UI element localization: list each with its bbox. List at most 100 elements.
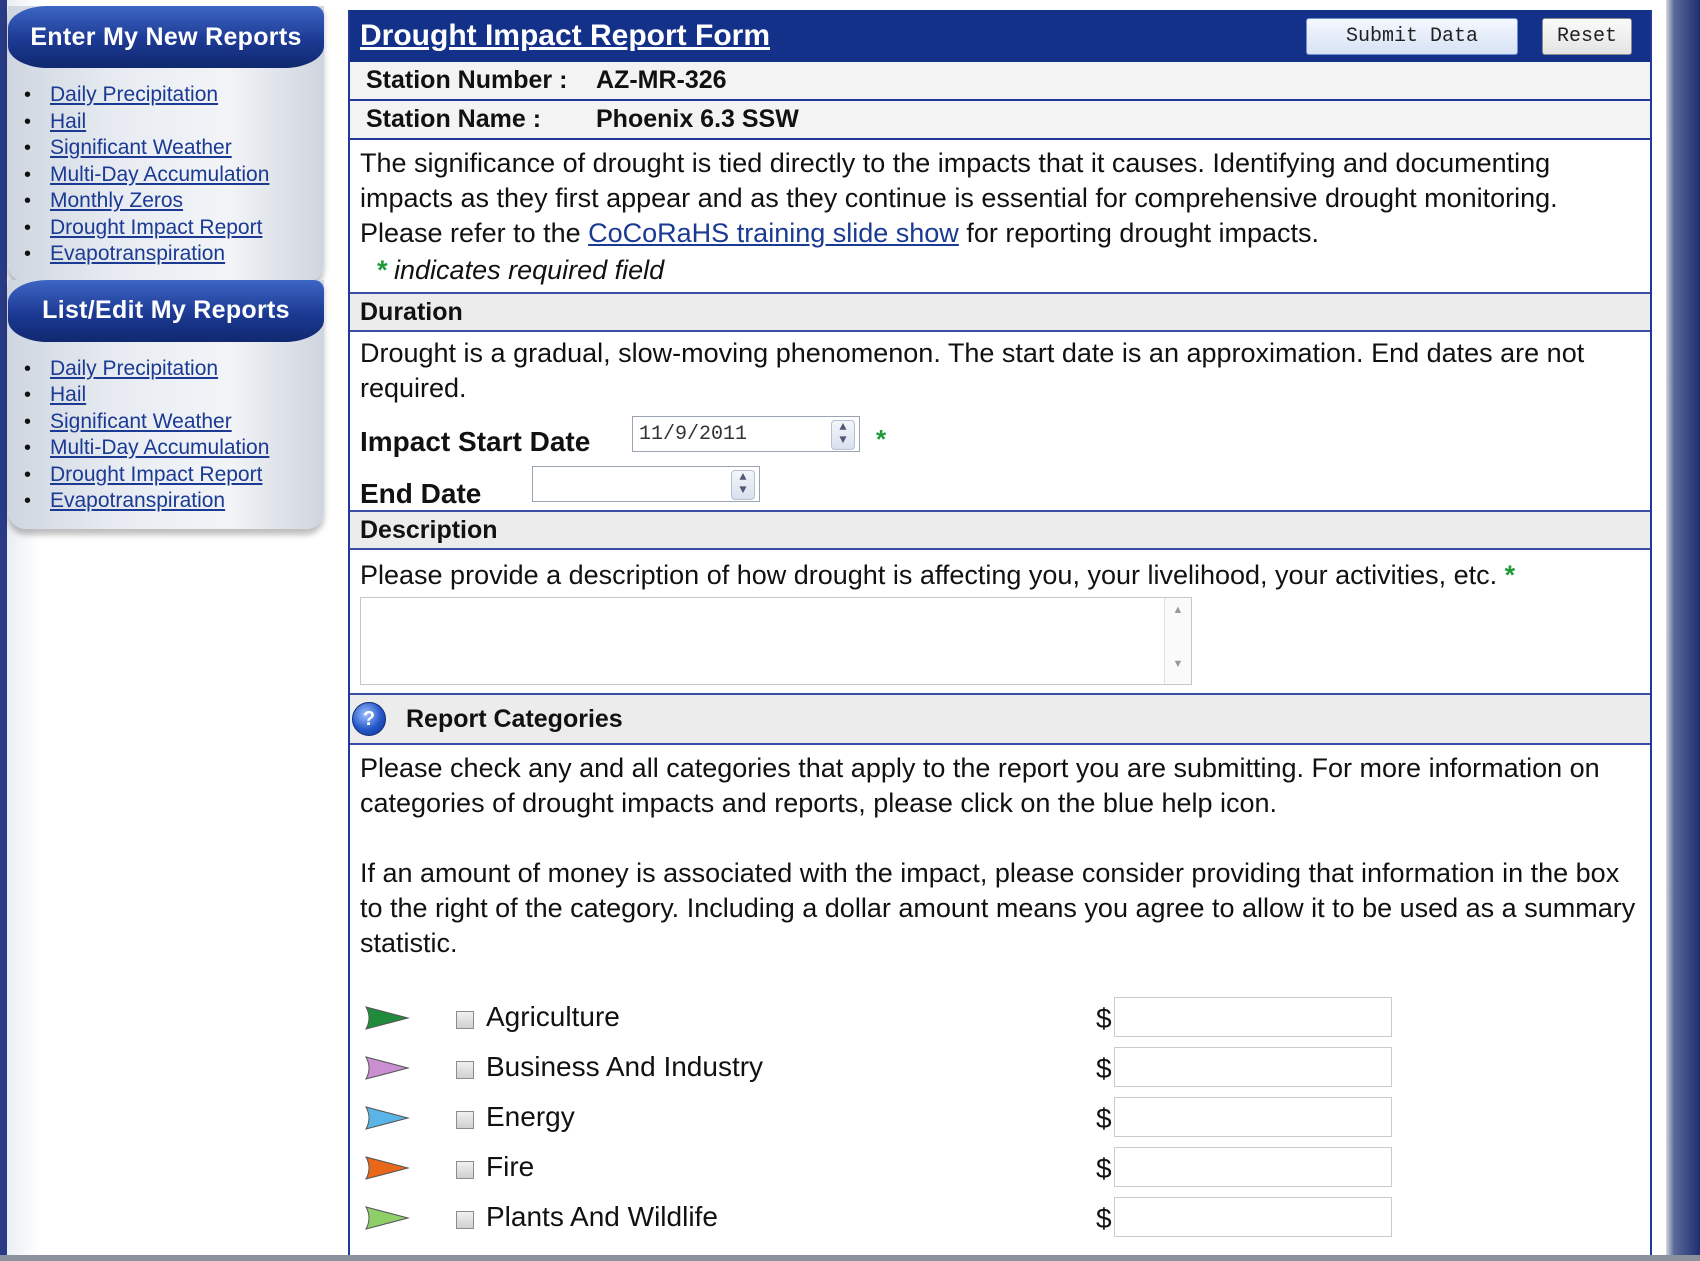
edit-item-multi-day-accumulation: Multi-Day Accumulation [24,435,324,462]
window-bottom-edge [0,1255,1700,1261]
new-item-multi-day-accumulation: Multi-Day Accumulation [24,162,324,189]
category-label: Agriculture [486,1001,620,1032]
window-right-edge [1666,0,1700,1261]
start-date-label: Impact Start Date [360,426,591,457]
category-row-plants-and-wildlife: Plants And Wildlife $ [350,1197,1646,1247]
intro-text: The significance of drought is tied dire… [350,140,1650,251]
form-title-link[interactable]: Drought Impact Report Form [360,19,770,53]
categories-heading: Report Categories [406,704,623,733]
intro-text-2: for reporting drought impacts. [958,218,1319,248]
new-item-hail: Hail [24,109,324,136]
new-reports-heading: Enter My New Reports [8,6,324,68]
category-checkbox[interactable] [456,1111,474,1129]
station-name-label: Station Name : [366,105,542,133]
dollar-amount-input[interactable] [1114,1147,1392,1187]
edit-item-hail: Hail [24,382,324,409]
edit-link-significant-weather[interactable]: Significant Weather [50,410,232,433]
end-date-spinner[interactable]: ▲ ▼ [731,470,755,500]
reset-button[interactable]: Reset [1541,17,1632,55]
dollar-amount-input[interactable] [1114,997,1392,1037]
edit-item-drought-impact-report: Drought Impact Report [24,462,324,489]
categories-text-1: Please check any and all categories that… [360,753,1600,818]
end-date-row: End Date ▲ ▼ [350,464,1650,516]
dollar-amount-input[interactable] [1114,1197,1392,1237]
new-item-significant-weather: Significant Weather [24,135,324,162]
currency-symbol: $ [1096,1053,1112,1084]
window-left-edge [0,0,7,1261]
new-item-evapotranspiration: Evapotranspiration [24,241,324,268]
description-prompt-row: Please provide a description of how drou… [350,550,1650,593]
form-titlebar: Drought Impact Report Form Submit Data R… [350,10,1650,62]
edit-reports-panel: List/Edit My Reports Daily Precipitation… [8,279,324,529]
new-reports-list: Daily Precipitation Hail Significant Weath… [8,68,324,282]
station-number-row: Station Number : AZ-MR-326 [350,62,1650,101]
edit-link-daily-precipitation[interactable]: Daily Precipitation [50,357,218,380]
station-number-value: AZ-MR-326 [596,66,727,94]
start-date-value: 11/9/2011 [639,423,748,446]
flag-icon [365,1056,410,1080]
category-row-fire: Fire $ [350,1147,1646,1197]
new-item-daily-precipitation: Daily Precipitation [24,82,324,109]
flag-icon [365,1006,410,1030]
station-number-label: Station Number : [366,66,568,94]
currency-symbol: $ [1096,1103,1112,1134]
category-checkbox[interactable] [456,1011,474,1029]
required-field-note: * indicates required field [350,251,1650,292]
training-slideshow-link[interactable]: CoCoRaHS training slide show [588,218,959,248]
edit-link-multi-day-accumulation[interactable]: Multi-Day Accumulation [50,436,269,459]
required-note-text: indicates required field [386,255,665,285]
edit-reports-list: Daily Precipitation Hail Significant Weath… [8,342,324,529]
new-link-multi-day-accumulation[interactable]: Multi-Day Accumulation [50,163,269,186]
scroll-down-icon[interactable]: ▼ [1165,658,1191,670]
edit-item-significant-weather: Significant Weather [24,409,324,436]
flag-icon [365,1106,410,1130]
dollar-amount-input[interactable] [1114,1097,1392,1137]
new-item-drought-impact-report: Drought Impact Report [24,215,324,242]
start-date-input[interactable]: 11/9/2011 ▲ ▼ [632,416,860,452]
edit-link-evapotranspiration[interactable]: Evapotranspiration [50,489,225,512]
edit-link-drought-impact-report[interactable]: Drought Impact Report [50,463,262,486]
duration-text: Drought is a gradual, slow-moving phenom… [360,338,1585,403]
station-name-value: Phoenix 6.3 SSW [596,105,799,133]
flag-icon [365,1156,410,1180]
drought-impact-form: Drought Impact Report Form Submit Data R… [348,10,1652,1261]
description-textarea[interactable]: ▲ ▼ [360,597,1192,685]
start-date-row: Impact Start Date 11/9/2011 ▲ ▼ * [350,412,1650,464]
new-link-daily-precipitation[interactable]: Daily Precipitation [50,83,218,106]
edit-item-daily-precipitation: Daily Precipitation [24,356,324,383]
help-icon[interactable]: ? [352,702,386,736]
duration-heading: Duration [350,292,1650,332]
new-reports-panel: Enter My New Reports Daily Precipitation… [8,6,324,282]
category-label: Plants And Wildlife [486,1201,718,1232]
start-date-required-star: * [876,424,887,454]
categories-heading-row: ? Report Categories [350,693,1650,745]
description-scrollbar[interactable]: ▲ ▼ [1164,598,1191,684]
currency-symbol: $ [1096,1203,1112,1234]
description-prompt: Please provide a description of how drou… [360,560,1498,590]
submit-data-button[interactable]: Submit Data [1305,17,1518,55]
category-checkbox[interactable] [456,1161,474,1179]
category-checkbox[interactable] [456,1061,474,1079]
description-heading: Description [350,510,1650,550]
new-link-significant-weather[interactable]: Significant Weather [50,136,232,159]
end-date-input[interactable]: ▲ ▼ [532,466,760,502]
new-link-evapotranspiration[interactable]: Evapotranspiration [50,242,225,265]
start-date-spinner[interactable]: ▲ ▼ [831,420,855,450]
required-star: * [376,255,387,285]
category-checkbox[interactable] [456,1211,474,1229]
new-link-monthly-zeros[interactable]: Monthly Zeros [50,189,183,212]
edit-link-hail[interactable]: Hail [50,383,86,406]
edit-reports-heading: List/Edit My Reports [8,279,324,342]
category-row-agriculture: Agriculture $ [350,997,1646,1047]
currency-symbol: $ [1096,1003,1112,1034]
categories-text-2: If an amount of money is associated with… [360,858,1636,958]
description-required-star: * [1504,560,1516,590]
edit-item-evapotranspiration: Evapotranspiration [24,488,324,515]
category-label: Business And Industry [486,1051,764,1082]
dollar-amount-input[interactable] [1114,1047,1392,1087]
category-list: Agriculture $ Business And Industry $ Energy… [350,997,1650,1237]
new-link-hail[interactable]: Hail [50,110,86,133]
new-link-drought-impact-report[interactable]: Drought Impact Report [50,216,262,239]
category-row-energy: Energy $ [350,1097,1646,1147]
scroll-up-icon[interactable]: ▲ [1165,604,1191,616]
